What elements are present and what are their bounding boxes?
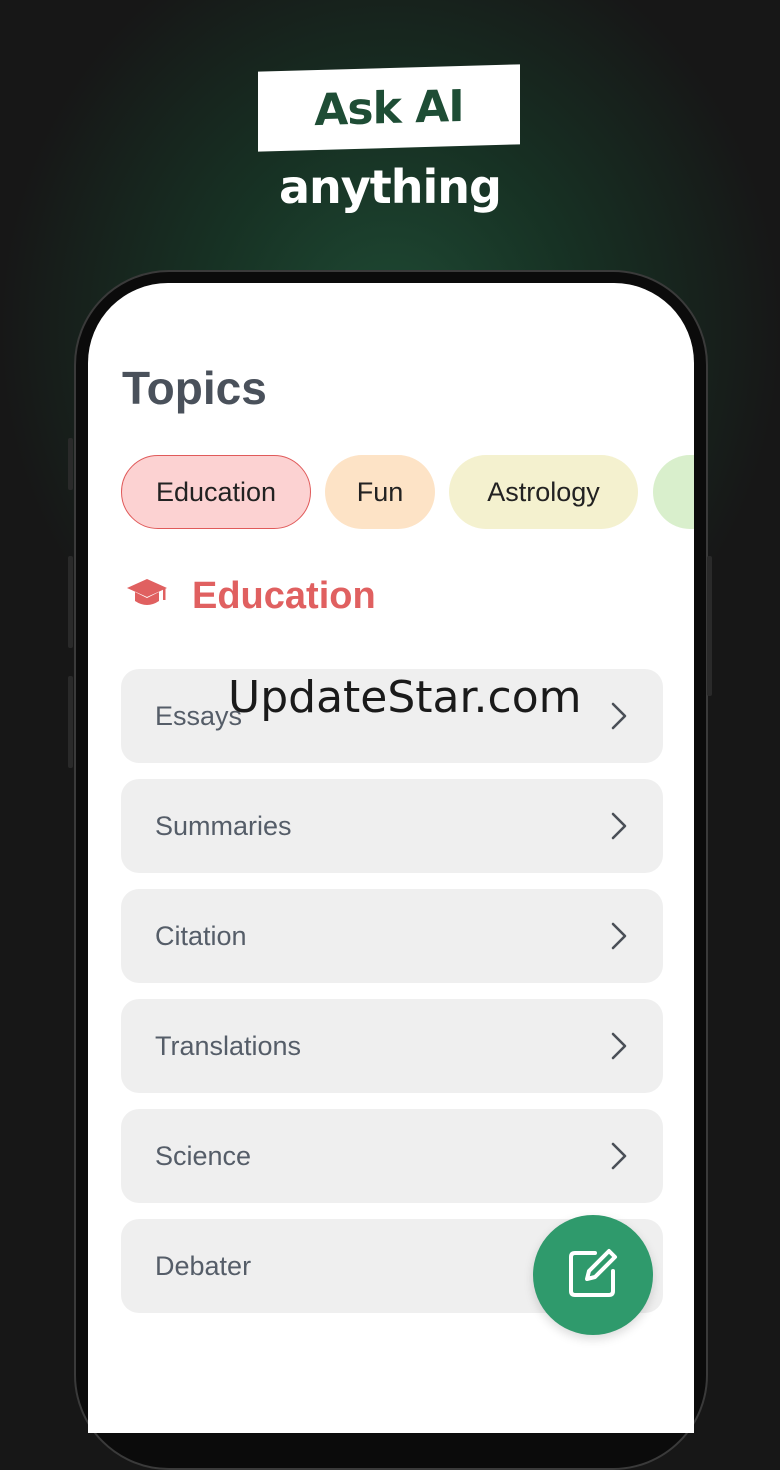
headline: Ask AI — [314, 80, 464, 136]
chip-education[interactable]: Education — [121, 455, 311, 529]
list-item-citation[interactable]: Citation — [121, 889, 663, 983]
volume-down-button — [68, 676, 73, 768]
list-item-science[interactable]: Science — [121, 1109, 663, 1203]
list-item-label: Debater — [155, 1251, 252, 1281]
list-item-label: Citation — [155, 921, 247, 951]
chip-label: Fun — [356, 476, 404, 507]
section-title: Education — [192, 575, 376, 617]
chip-label: Education — [155, 476, 277, 507]
topic-chips: Education Fun Astrology — [121, 455, 694, 529]
compose-icon — [565, 1245, 621, 1306]
mute-switch — [68, 438, 73, 490]
chip-next[interactable] — [653, 455, 694, 529]
chevron-right-icon — [611, 702, 627, 735]
subheadline: anything — [279, 160, 502, 214]
compose-button[interactable] — [533, 1215, 653, 1335]
chevron-right-icon — [611, 812, 627, 845]
page-title: Topics — [122, 362, 267, 414]
power-button — [707, 556, 712, 696]
section-header: Education — [126, 575, 376, 618]
chevron-right-icon — [611, 922, 627, 955]
chip-astrology[interactable]: Astrology — [449, 455, 638, 529]
chevron-right-icon — [611, 1032, 627, 1065]
chip-fun[interactable]: Fun — [325, 455, 435, 529]
headline-banner: Ask AI — [258, 64, 520, 152]
list-item-translations[interactable]: Translations — [121, 999, 663, 1093]
list-item-label: Summaries — [155, 811, 292, 841]
list-item-label: Translations — [155, 1031, 302, 1061]
chip-label: Astrology — [487, 476, 600, 507]
list-item-label: Science — [155, 1141, 252, 1171]
volume-up-button — [68, 556, 73, 648]
graduation-cap-icon — [126, 577, 168, 616]
chevron-right-icon — [611, 1142, 627, 1175]
list-item-summaries[interactable]: Summaries — [121, 779, 663, 873]
watermark: UpdateStar.com — [228, 672, 582, 723]
